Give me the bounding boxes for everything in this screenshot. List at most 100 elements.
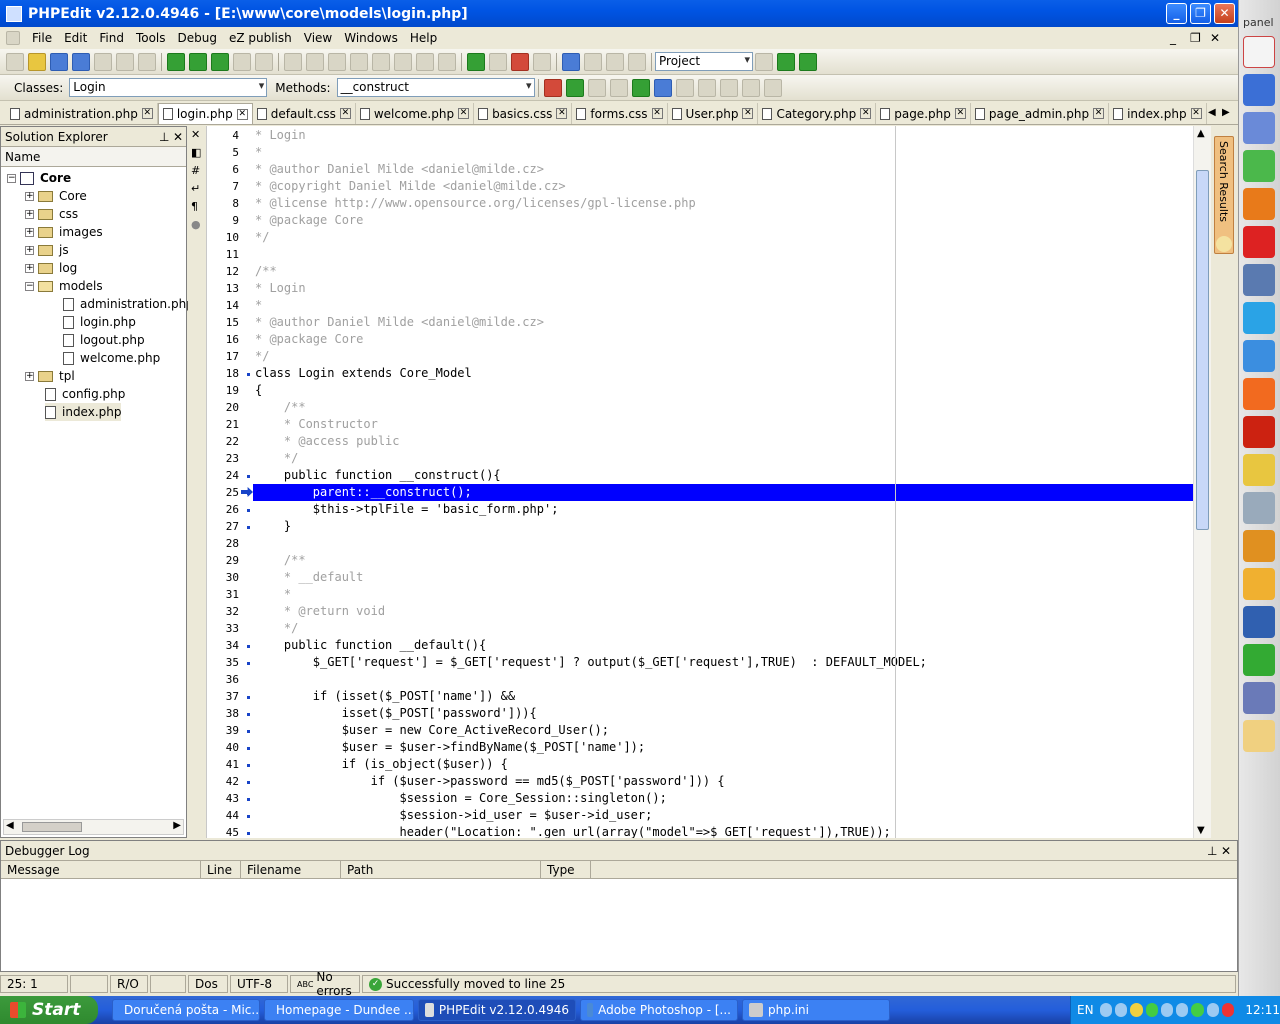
tree-node-images[interactable]: + images (25, 223, 103, 241)
code-line[interactable]: public function __construct(){ (255, 467, 501, 484)
minimize-button[interactable]: _ (1166, 3, 1187, 24)
horizontal-scrollbar[interactable]: ◀ ▶ (3, 819, 184, 835)
tab-default-css[interactable]: default.css ✕ (253, 103, 356, 124)
pen-icon[interactable] (1243, 682, 1275, 714)
tab-administration[interactable]: administration.php ✕ (6, 103, 158, 124)
task-photoshop[interactable]: Adobe Photoshop - [... (580, 999, 738, 1021)
tab-scroll-right-icon[interactable]: ▶ (1222, 107, 1230, 118)
tree-node-administration[interactable]: administration.php (63, 295, 194, 313)
code-line[interactable]: */ (255, 620, 298, 637)
tab-close-icon[interactable]: ✕ (339, 108, 351, 119)
transfer-icon[interactable] (1243, 492, 1275, 524)
pdf-icon[interactable] (1243, 36, 1275, 68)
options-icon[interactable] (584, 52, 602, 71)
find-next-icon[interactable] (189, 52, 207, 71)
tree-node-tpl[interactable]: + tpl (25, 367, 75, 385)
code-line[interactable]: * @author Daniel Milde <daniel@milde.cz> (255, 314, 544, 331)
tab-basics-css[interactable]: basics.css ✕ (474, 103, 573, 124)
menu-find[interactable]: Find (93, 31, 130, 45)
print-icon[interactable] (255, 52, 273, 71)
open-folder-icon[interactable] (28, 52, 46, 71)
pin-icon[interactable]: ⊥ (159, 130, 169, 144)
internet-explorer-icon[interactable] (1243, 340, 1275, 372)
line-numbers-icon[interactable]: # (191, 164, 200, 177)
stop-icon[interactable] (653, 78, 672, 97)
tab-close-icon[interactable]: ✕ (458, 108, 470, 119)
replace-icon[interactable] (211, 52, 229, 71)
tree-node-core[interactable]: + Core (25, 187, 87, 205)
redo-icon[interactable] (306, 52, 324, 71)
app-icon[interactable] (6, 5, 22, 22)
step-out-icon[interactable] (719, 78, 738, 97)
tab-close-icon[interactable]: ✕ (651, 108, 663, 119)
close-all-icon[interactable] (138, 52, 156, 71)
code-line[interactable]: * (255, 297, 262, 314)
tree-node-index[interactable]: index.php (45, 403, 122, 421)
tab-close-icon[interactable]: ✕ (742, 108, 754, 119)
menu-debug[interactable]: Debug (172, 31, 223, 45)
tree-node-welcome[interactable]: welcome.php (63, 349, 160, 367)
tree-node-config[interactable]: config.php (45, 385, 125, 403)
tab-user[interactable]: User.php ✕ (668, 103, 759, 124)
tray-download-icon[interactable] (1191, 1003, 1204, 1017)
tab-category[interactable]: Category.php ✕ (758, 103, 877, 124)
vertical-scrollbar[interactable]: ▲ ▼ (1193, 126, 1211, 838)
tab-close-icon[interactable]: ✕ (954, 108, 966, 119)
code-line[interactable]: class Login extends Core_Model (255, 365, 472, 382)
code-line[interactable]: { (255, 382, 262, 399)
wrap-icon[interactable]: ↵ (191, 182, 200, 195)
code-line[interactable]: * __default (255, 569, 363, 586)
scroll-down-icon[interactable]: ▼ (1197, 825, 1205, 836)
task-browser[interactable]: Homepage - Dundee ... (264, 999, 414, 1021)
code-line[interactable]: * (255, 586, 291, 603)
collapse-icon[interactable]: − (25, 281, 34, 291)
code-line[interactable]: parent::__construct(); (253, 484, 1193, 501)
tab-close-icon[interactable]: ✕ (141, 108, 153, 119)
code-line[interactable]: * @copyright Daniel Milde <daniel@milde.… (255, 178, 566, 195)
download-icon[interactable] (1243, 264, 1275, 296)
code-line[interactable]: /** (255, 263, 277, 280)
col-line[interactable]: Line (201, 861, 241, 878)
expand-icon[interactable]: + (25, 191, 34, 201)
code-line[interactable]: */ (255, 348, 269, 365)
code-line[interactable]: if (isset($_POST['name']) && (255, 688, 515, 705)
tab-close-icon[interactable]: ✕ (556, 108, 568, 119)
save-icon[interactable] (50, 52, 68, 71)
tab-close-icon[interactable]: ✕ (1190, 108, 1202, 119)
close-project-icon[interactable] (755, 52, 773, 71)
code-line[interactable]: * @author Daniel Milde <daniel@milde.cz> (255, 161, 544, 178)
tab-index[interactable]: index.php ✕ (1109, 103, 1207, 124)
tree-node-models[interactable]: − models (25, 277, 103, 295)
tips-icon[interactable] (1216, 236, 1232, 252)
refresh-icon[interactable] (511, 52, 529, 71)
close-editor-icon[interactable]: ✕ (191, 128, 200, 141)
step-over-icon[interactable] (697, 78, 716, 97)
task-outlook[interactable]: Doručená pošta - Mic... (112, 999, 260, 1021)
tab-welcome[interactable]: welcome.php ✕ (356, 103, 475, 124)
code-line[interactable]: * Login (255, 280, 306, 297)
delete-icon[interactable] (394, 52, 412, 71)
start-button[interactable]: Start (0, 996, 98, 1024)
continue-icon[interactable] (631, 78, 650, 97)
pause-icon[interactable] (609, 78, 628, 97)
network-icon[interactable] (1243, 112, 1275, 144)
whitespace-icon[interactable]: ¶ (191, 200, 198, 213)
scroll-left-icon[interactable]: ◀ (6, 820, 14, 831)
tree-node-js[interactable]: + js (25, 241, 69, 259)
code-line[interactable]: */ (255, 229, 269, 246)
code-line[interactable]: $user = $user->findByName($_POST['name']… (255, 739, 645, 756)
col-type[interactable]: Type (541, 861, 591, 878)
windows-icon[interactable] (1243, 454, 1275, 486)
menu-ez-publish[interactable]: eZ publish (223, 31, 298, 45)
menu-tools[interactable]: Tools (130, 31, 172, 45)
tab-scroll-left-icon[interactable]: ◀ (1208, 107, 1216, 118)
code-line[interactable]: $user = new Core_ActiveRecord_User(); (255, 722, 609, 739)
tray-skype-icon[interactable] (1206, 1003, 1220, 1017)
tree-node-login[interactable]: login.php (63, 313, 136, 331)
tab-page-admin[interactable]: page_admin.php ✕ (971, 103, 1110, 124)
col-filename[interactable]: Filename (241, 861, 341, 878)
expand-icon[interactable]: + (25, 263, 34, 273)
layout-icon[interactable] (562, 52, 580, 71)
panel-close-icon[interactable]: ✕ (1221, 844, 1231, 858)
col-path[interactable]: Path (341, 861, 541, 878)
